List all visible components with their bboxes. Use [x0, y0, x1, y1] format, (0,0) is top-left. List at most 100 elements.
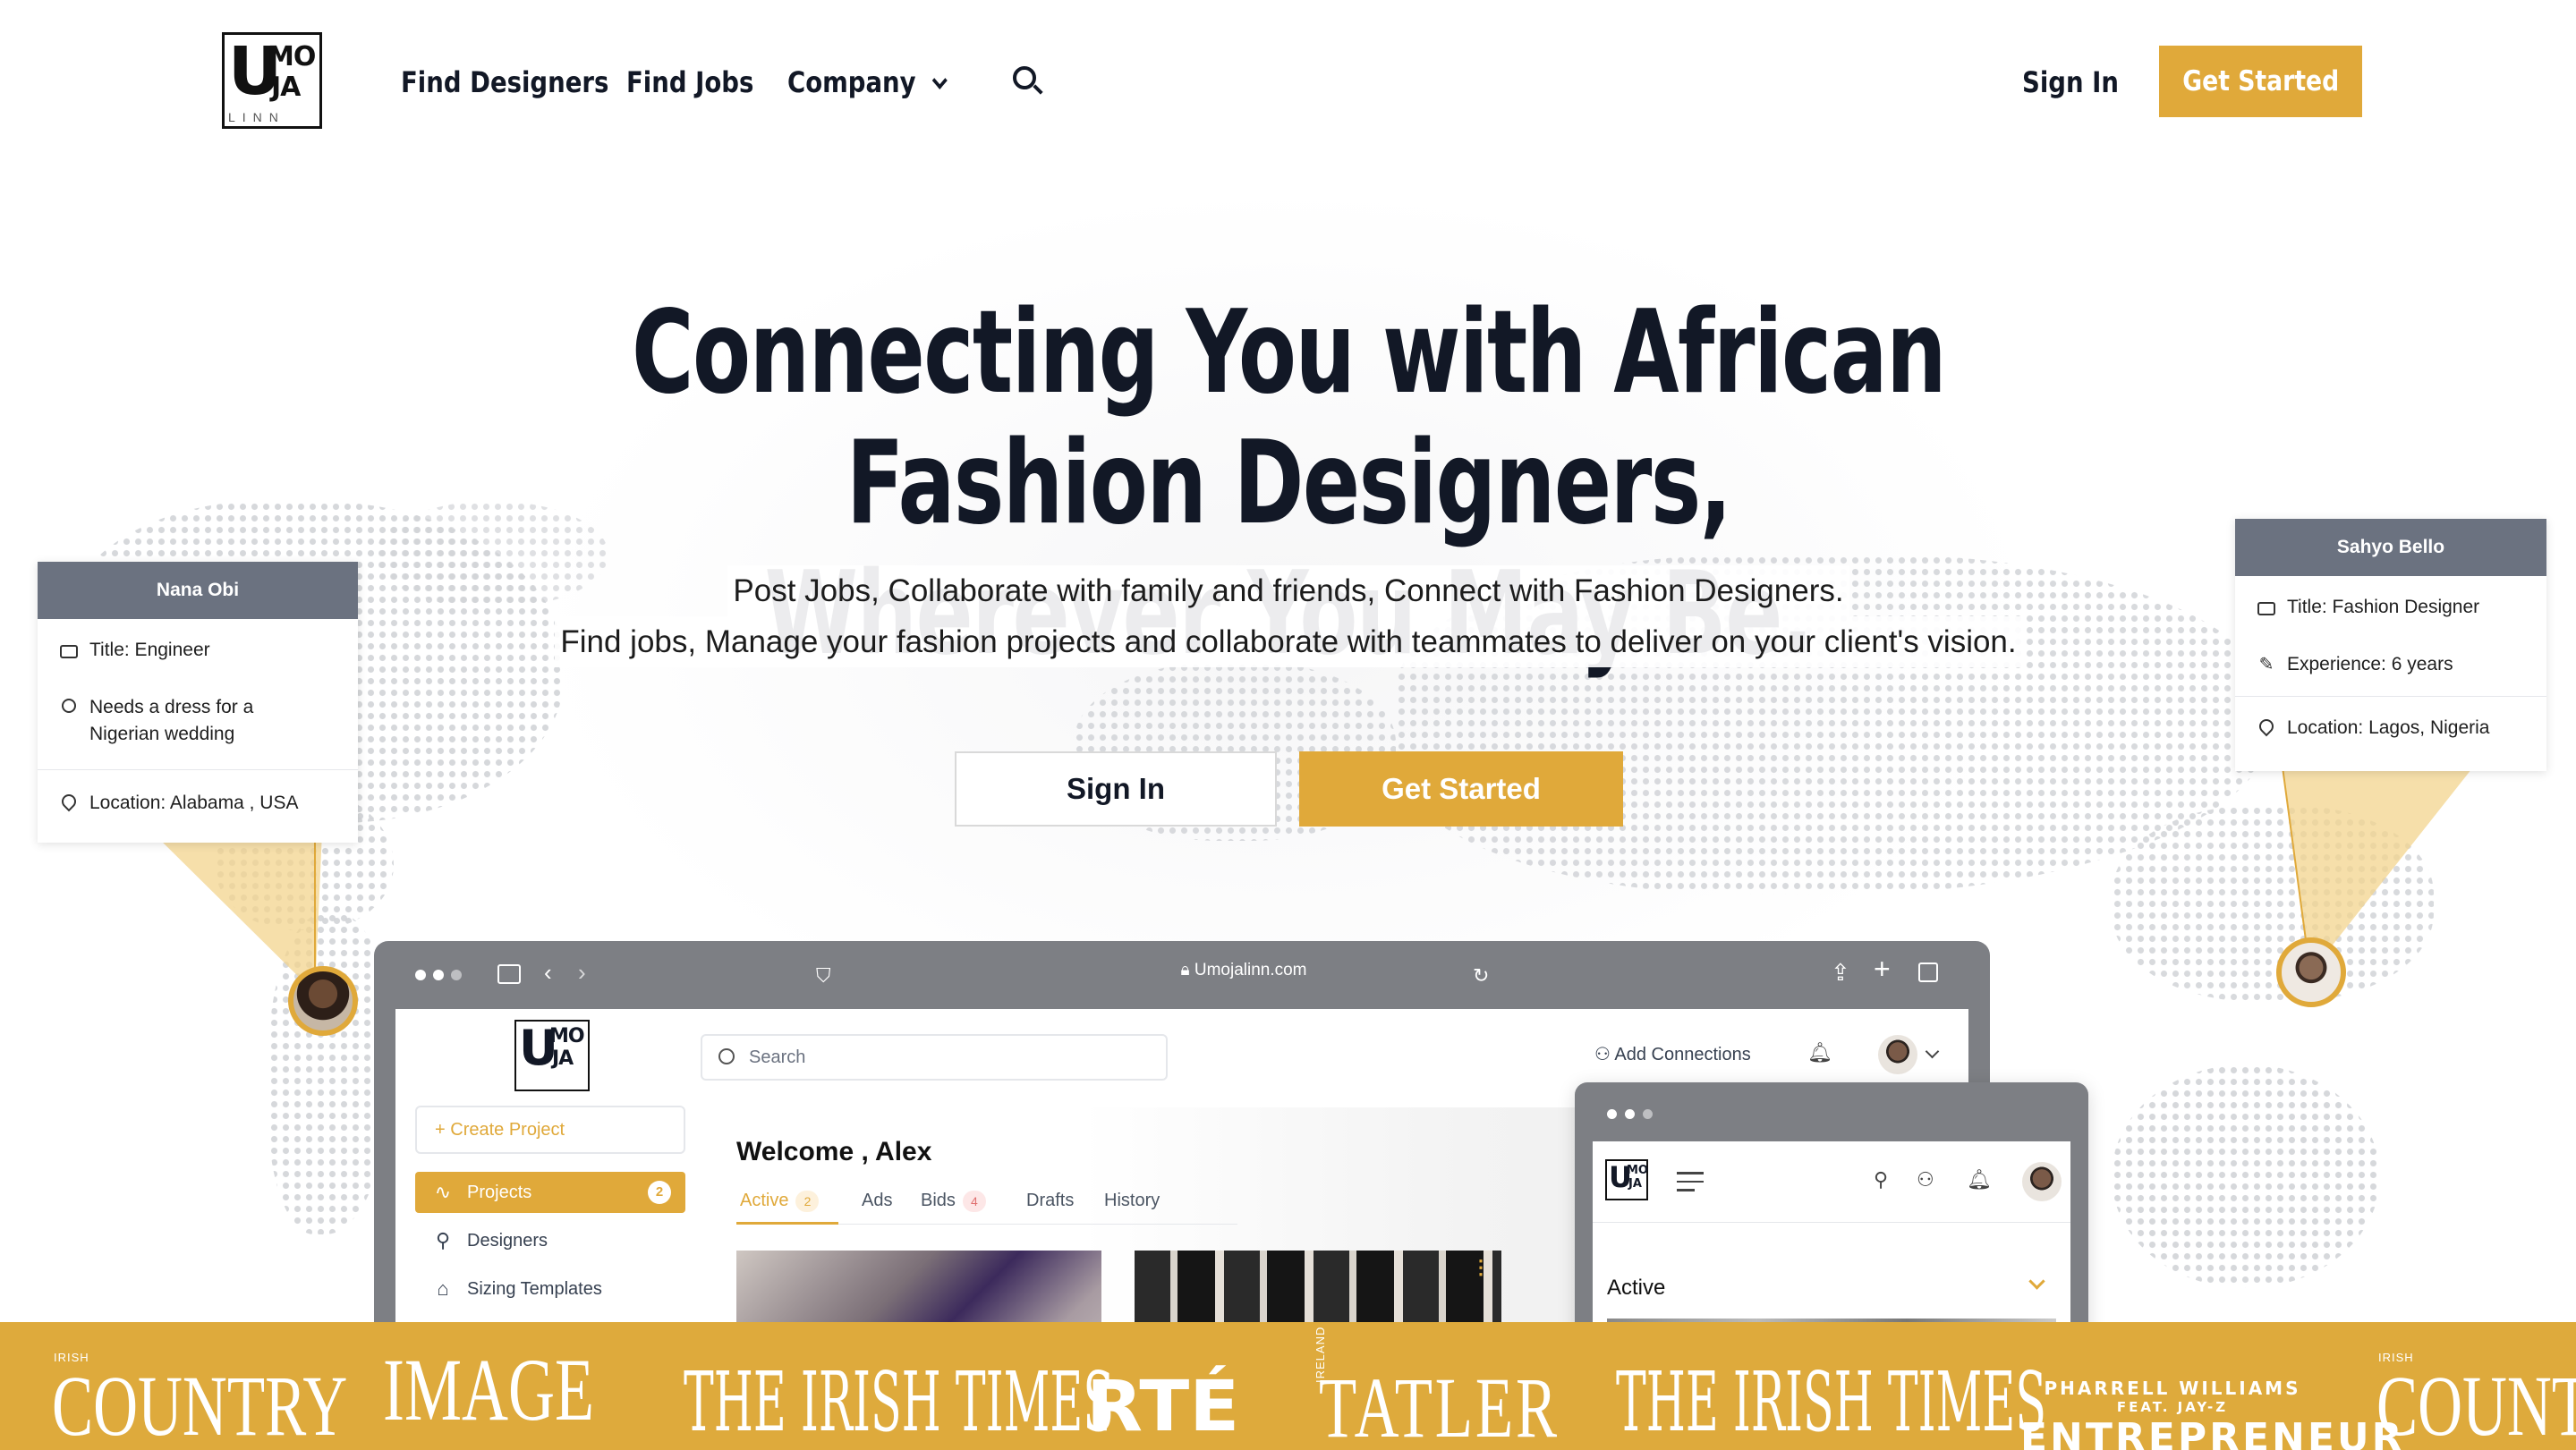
add-user-icon[interactable]: ⚇ — [1917, 1168, 1934, 1191]
projects-count-badge: 2 — [648, 1181, 671, 1204]
hamburger-menu-icon[interactable] — [1677, 1172, 1704, 1198]
location-pin-icon — [2256, 716, 2277, 738]
add-connections-button[interactable]: ⚇ Add Connections — [1594, 1043, 1751, 1065]
sidebar-item-designers[interactable]: ⚲ Designers — [415, 1220, 685, 1261]
sidebar-item-projects[interactable]: ∿ Projects 2 — [415, 1172, 685, 1213]
tab-ads[interactable]: Ads — [862, 1191, 892, 1211]
sidebar-item-sizing-templates[interactable]: ⌂ Sizing Templates — [415, 1268, 685, 1310]
window-dot — [433, 970, 444, 980]
tab-active[interactable]: Active 2 — [740, 1191, 820, 1212]
press-logo-name: THE IRISH TIMES — [684, 1354, 1115, 1450]
profile-card-nana-obi[interactable]: Nana Obi Title: Engineer Needs a dress f… — [38, 562, 358, 843]
chevron-down-icon[interactable] — [2028, 1273, 2045, 1290]
search-icon — [718, 1048, 735, 1064]
nav-find-jobs[interactable]: Find Jobs — [626, 64, 753, 100]
profile-card-name: Nana Obi — [38, 562, 358, 619]
sahyo-bello-avatar[interactable] — [2276, 937, 2346, 1007]
sidebar-toggle-icon[interactable] — [497, 964, 521, 984]
press-logo-name: THE IRISH TIMES — [1616, 1354, 2047, 1450]
forward-icon[interactable]: › — [578, 961, 586, 984]
search-icon[interactable]: ⚲ — [1874, 1168, 1888, 1191]
press-logo-name: COUNTRY — [2376, 1358, 2576, 1450]
profile-card-title-text: Title: Fashion Designer — [2287, 597, 2480, 617]
create-project-label: Create Project — [450, 1120, 565, 1140]
sidebar-item-label: Sizing Templates — [467, 1279, 602, 1299]
mobile-header-divider — [1593, 1222, 2070, 1223]
tab-drafts[interactable]: Drafts — [1026, 1191, 1074, 1211]
window-dot — [1625, 1109, 1635, 1119]
tab-label: Active — [740, 1191, 789, 1210]
profile-card-location-text: Location: Lagos, Nigeria — [2287, 717, 2490, 738]
hero-get-started-button[interactable]: Get Started — [1299, 751, 1623, 827]
address-url: Umojalinn.com — [1194, 961, 1307, 979]
hero-sign-in-button[interactable]: Sign In — [955, 751, 1277, 827]
hero-subtitle-line2: Find jobs, Manage your fashion projects … — [555, 616, 2022, 667]
app-search-input[interactable]: Search — [701, 1034, 1168, 1081]
umoja-linn-logo[interactable]: U MO JA LINN — [222, 32, 322, 129]
logo-wordmark: LINN — [228, 110, 285, 124]
bell-icon[interactable]: 🔔︎ — [1807, 1041, 1832, 1064]
app-logo[interactable]: U MO JA — [1605, 1159, 1648, 1200]
profile-card-experience: ✎ Experience: 6 years — [2235, 651, 2546, 678]
more-options-icon[interactable]: ⋮ — [1471, 1256, 1491, 1279]
tab-bids[interactable]: Bids 4 — [921, 1191, 986, 1212]
profile-card-title: Title: Engineer — [38, 637, 358, 664]
chevron-down-icon[interactable] — [1925, 1044, 1940, 1059]
logo-mark-ja: JA — [1628, 1177, 1642, 1191]
hero-subtitle-line1: Post Jobs, Collaborate with family and f… — [727, 565, 1849, 616]
pulse-icon: ∿ — [434, 1181, 452, 1203]
press-logo-image: IMAGE — [383, 1345, 676, 1435]
tabs-overview-icon[interactable] — [1918, 962, 1938, 982]
tag-icon: ⌂ — [437, 1277, 449, 1300]
reload-icon[interactable]: ↻ — [1473, 964, 1489, 988]
profile-card-sahyo-bello[interactable]: Sahyo Bello Title: Fashion Designer ✎ Ex… — [2235, 519, 2546, 771]
search-icon[interactable] — [1013, 66, 1043, 97]
chevron-down-icon — [931, 72, 948, 89]
shield-icon: ⛉ — [816, 964, 831, 987]
press-logo-tatler: IRELAND TATLER — [1314, 1327, 1654, 1450]
press-logo-name: TATLER — [1319, 1360, 1560, 1450]
search-icon: ⚲ — [435, 1229, 451, 1251]
hero-subtitle: Post Jobs, Collaborate with family and f… — [537, 565, 2040, 667]
plus-icon: + — [435, 1120, 451, 1140]
search-placeholder: Search — [749, 1047, 806, 1067]
lock-icon: 🔒︎ — [1180, 961, 1194, 979]
nav-company-label: Company — [787, 65, 916, 99]
create-project-button[interactable]: + Create Project — [415, 1106, 685, 1154]
press-logo-entrepreneur: PHARRELL WILLIAMS FEAT. JAY-Z ENTREPRENE… — [2020, 1378, 2405, 1450]
tab-count-badge: 4 — [962, 1191, 986, 1212]
map-dots-australia — [2112, 1064, 2380, 1288]
press-logo-name: ENTREPRENEUR — [2020, 1415, 2405, 1450]
logo-mark-ja: JA — [552, 1047, 574, 1070]
mobile-section-title[interactable]: Active — [1607, 1276, 1665, 1301]
press-logo-small-text: PHARRELL WILLIAMS — [2044, 1378, 2301, 1399]
new-tab-icon[interactable]: + — [1874, 954, 1891, 983]
share-icon[interactable]: ⇪ — [1831, 961, 1850, 984]
profile-card-location: Location: Lagos, Nigeria — [2235, 715, 2546, 742]
search-icon — [59, 698, 79, 717]
nana-obi-avatar[interactable] — [288, 966, 358, 1036]
hero-title-line1: Connecting You with African Fashion Desi… — [631, 286, 1947, 550]
app-logo[interactable]: U MO JA — [514, 1020, 590, 1091]
briefcase-icon — [59, 640, 79, 660]
nav-find-designers[interactable]: Find Designers — [401, 64, 608, 100]
welcome-heading: Welcome , Alex — [736, 1137, 932, 1166]
tab-history[interactable]: History — [1104, 1191, 1160, 1211]
profile-card-need: Needs a dress for a Nigerian wedding — [38, 694, 358, 748]
logo-mark-mo: MO — [1627, 1164, 1648, 1177]
nav-get-started-button[interactable]: Get Started — [2159, 46, 2362, 117]
nav-sign-in[interactable]: Sign In — [2022, 64, 2119, 100]
bell-icon[interactable]: 🔔︎ — [1967, 1168, 1992, 1191]
profile-card-title-text: Title: Engineer — [89, 640, 210, 660]
tab-count-badge: 2 — [795, 1191, 820, 1212]
add-connections-label: Add Connections — [1614, 1045, 1751, 1064]
back-icon[interactable]: ‹ — [544, 961, 552, 984]
logo-mark-mo: MO — [549, 1025, 585, 1047]
user-avatar[interactable] — [1878, 1035, 1917, 1074]
user-avatar[interactable] — [2022, 1162, 2062, 1201]
press-logo-irish-country: IRISH COUNTRY — [2376, 1351, 2576, 1450]
window-dot — [1607, 1109, 1617, 1119]
address-bar[interactable]: 🔒︎ Umojalinn.com — [1109, 961, 1378, 980]
nav-company[interactable]: Company — [787, 64, 948, 100]
profile-card-title: Title: Fashion Designer — [2235, 594, 2546, 621]
